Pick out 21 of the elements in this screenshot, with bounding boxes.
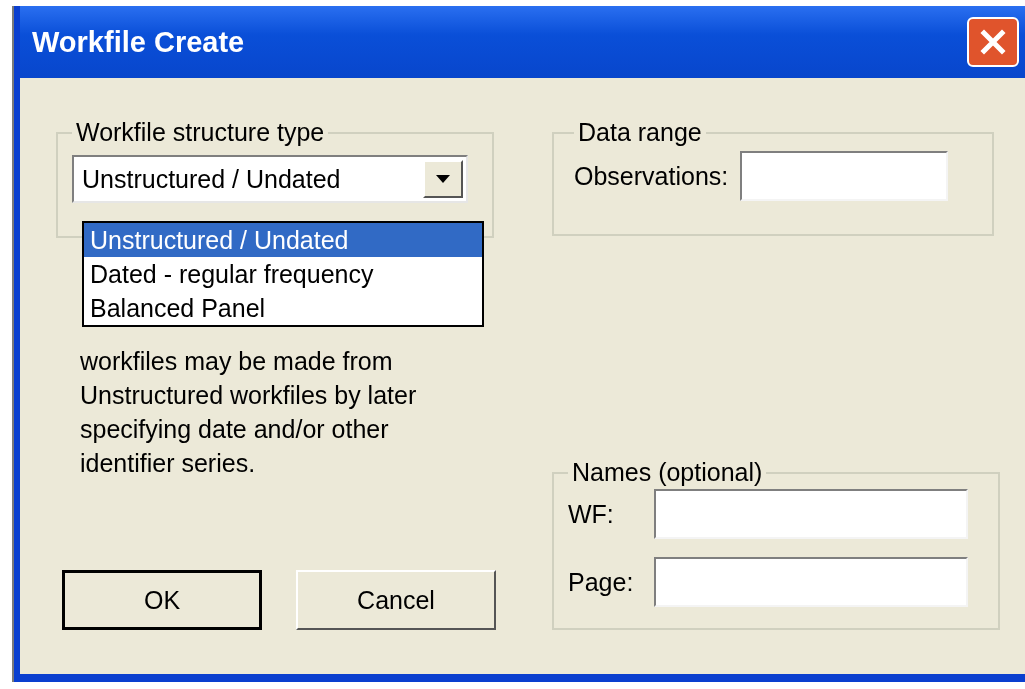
name-field[interactable] — [654, 489, 968, 539]
dropdown-option[interactable]: Balanced Panel — [84, 291, 482, 325]
group-legend: Data range — [574, 118, 706, 147]
window-title: Workfile Create — [32, 25, 245, 59]
close-button[interactable] — [967, 17, 1019, 67]
observations-field[interactable] — [740, 151, 949, 201]
ok-button[interactable]: OK — [62, 570, 262, 630]
group-legend: Names (optional) — [568, 458, 767, 487]
dropdown-option[interactable]: Unstructured / Undated — [84, 223, 482, 257]
structure-dropdown[interactable]: Unstructured / Undated — [72, 155, 468, 203]
group-legend: Workfile structure type — [72, 118, 329, 147]
close-icon — [978, 27, 1008, 57]
name-field[interactable] — [654, 557, 968, 607]
field-label: Observations: — [574, 161, 729, 191]
cancel-button[interactable]: Cancel — [296, 570, 496, 630]
dropdown-button[interactable] — [423, 160, 463, 198]
dropdown-option[interactable]: Dated - regular frequency — [84, 257, 482, 291]
field-label: WF: — [568, 499, 615, 529]
caret-icon — [436, 175, 450, 183]
description-text: workfiles may be made from Unstructured workfiles by later specifying date and/or other identifier series. — [80, 346, 418, 479]
field-label: Page: — [568, 567, 635, 597]
